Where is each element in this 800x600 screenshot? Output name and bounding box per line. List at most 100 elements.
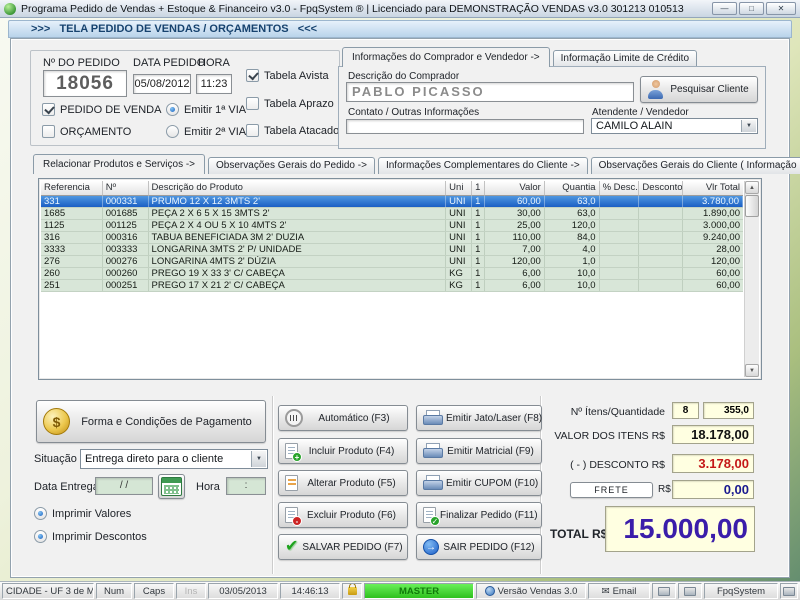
pedido-venda-checkbox[interactable]: PEDIDO DE VENDA [42,103,161,116]
forma-pagamento-button[interactable]: $ Forma e Condições de Pagamento [36,400,266,443]
table-row[interactable]: 1685 001685 PEÇA 2 X 6 5 X 15 3MTS 2' UNI 1 3… [41,208,743,220]
app-icon [4,2,16,15]
table-cell [639,268,684,279]
comprador-label: Descrição do Comprador [348,71,460,82]
tabela-atacado-checkbox[interactable]: Tabela Atacado [246,124,339,137]
table-cell: 6,00 [485,268,545,279]
table-cell: 9.240,00 [703,232,740,243]
minimize-button[interactable]: — [712,2,737,15]
table-cell: UNI [446,196,473,207]
tab-comprador-vendedor[interactable]: Informações do Comprador e Vendedor -> [342,47,550,67]
tab-limite-credito[interactable]: Informação Limite de Crédito [552,50,698,67]
total-label: TOTAL R$ [550,527,608,541]
incluir-produto-button[interactable]: + Incluir Produto (F4) [278,438,408,464]
table-row[interactable]: 251 000251 PREGO 17 X 21 2' C/ CABEÇA KG 1 6,… [41,280,743,292]
column-header[interactable]: Nº [102,181,149,196]
table-row[interactable]: 331 000331 PRUMO 12 X 12 3MTS 2' UNI 1 60,00 6… [41,196,743,208]
calendar-button[interactable] [158,474,185,499]
status-email[interactable]: ✉ Email [588,583,650,599]
column-header[interactable]: Desconto [639,181,684,196]
chevron-down-icon[interactable]: ▼ [251,451,266,467]
orcamento-checkbox[interactable]: ORÇAMENTO [42,125,131,138]
finalizar-pedido-button[interactable]: ✓ Finalizar Pedido (F11) [416,502,542,528]
tab-observacoes-cliente[interactable]: Observações Gerais do Cliente ( Informaç… [590,157,800,174]
column-header[interactable]: Uni [446,181,473,196]
pesquisar-cliente-button[interactable]: Pesquisar Cliente [640,76,758,103]
window-title: Programa Pedido de Vendas + Estoque & Fi… [21,2,684,15]
document-edit-icon [285,475,298,491]
table-cell: 001685 [103,208,149,219]
table-cell: UNI [446,256,473,267]
contato-field[interactable] [346,119,584,134]
table-cell: 120,00 [485,256,545,267]
status-info-cell [780,583,798,599]
tabela-aprazo-checkbox[interactable]: Tabela Aprazo [246,97,334,110]
tab-observacoes-pedido[interactable]: Observações Gerais do Pedido -> [208,157,375,174]
scroll-down-icon[interactable]: ▼ [745,364,759,377]
tabela-avista-checkbox[interactable]: Tabela Avista [246,69,329,82]
close-button[interactable]: ✕ [766,2,796,15]
emitir-jato-laser-button[interactable]: Emitir Jato/Laser (F8) [416,405,542,431]
frete-button[interactable]: FRETE [570,482,653,498]
table-cell: 1 [472,280,486,291]
automatico-button[interactable]: Automático (F3) [278,405,408,431]
check-icon: ✔ [285,538,299,555]
checkbox-icon [246,97,259,110]
desconto-field: 3.178,00 [672,454,754,473]
printer-icon [423,442,443,460]
table-cell: UNI [446,208,473,219]
table-row[interactable]: 1125 001125 PEÇA 2 X 4 OU 5 X 10 4MTS 2' UN… [41,220,743,232]
column-header[interactable]: Referencia [41,181,103,196]
column-header[interactable]: Valor [485,181,545,196]
alterar-produto-button[interactable]: Alterar Produto (F5) [278,470,408,496]
maximize-button[interactable]: □ [739,2,764,15]
column-header[interactable]: Descrição do Produto [148,181,447,196]
data-entrega-field[interactable]: / / [95,477,153,495]
status-printer-cell[interactable] [652,583,676,599]
table-scrollbar[interactable]: ▲ ▼ [744,181,759,377]
excluir-produto-button[interactable]: - Excluir Produto (F6) [278,502,408,528]
emitir-cupom-button[interactable]: Emitir CUPOM (F10) [416,470,542,496]
status-network-cell[interactable] [678,583,702,599]
order-time-field[interactable]: 11:23 [196,74,232,94]
table-row[interactable]: 316 000316 TABUA BENEFICIADA 3M 2' DUZIA UN… [41,232,743,244]
table-row[interactable]: 276 000276 LONGARINA 4MTS 2' DÚZIA UNI 1 120,… [41,256,743,268]
imprimir-valores-radio[interactable]: Imprimir Valores [34,507,131,520]
emitir-matricial-button[interactable]: Emitir Matricial (F9) [416,438,542,464]
column-header[interactable]: 1 [472,181,486,196]
order-number-field[interactable]: 18056 [43,70,127,97]
chevron-down-icon[interactable]: ▼ [741,120,756,132]
status-bar: CIDADE - UF 3 de Maio de 2013 - Sexta-fe… [0,581,800,600]
comprador-field[interactable]: PABLO PICASSO [346,82,634,102]
network-icon [684,586,696,596]
table-cell: 3.000,00 [703,220,740,231]
sair-pedido-button[interactable]: → SAIR PEDIDO (F12) [416,534,542,560]
table-row[interactable]: 3333 003333 LONGARINA 3MTS 2' P/ UNIDADE UN… [41,244,743,256]
emitir-2via-radio[interactable]: Emitir 2ª VIA [166,125,246,138]
product-tabs: Relacionar Produtos e Serviços -> Observ… [33,154,800,174]
screen-header: >>> TELA PEDIDO DE VENDAS / ORÇAMENTOS <… [8,20,792,38]
order-date-field[interactable]: 05/08/2012 [133,74,191,94]
table-cell: 10,0 [545,268,600,279]
atendente-combo[interactable]: CAMILO ALAIN ▼ [591,118,758,134]
tab-produtos-servicos[interactable]: Relacionar Produtos e Serviços -> [33,154,206,174]
column-header[interactable]: Quantia [544,181,600,196]
table-cell [639,232,684,243]
table-cell: 316 [41,232,103,243]
salvar-pedido-button[interactable]: ✔ SALVAR PEDIDO (F7) [278,534,408,560]
column-header[interactable]: % Desc. [599,181,640,196]
imprimir-descontos-radio[interactable]: Imprimir Descontos [34,530,147,543]
hora-entrega-field[interactable]: : [226,477,266,495]
tab-informacoes-cliente[interactable]: Informações Complementares do Cliente -> [377,157,588,174]
table-row[interactable]: 260 000260 PREGO 19 X 33 3' C/ CABEÇA KG 1 6,… [41,268,743,280]
scroll-up-icon[interactable]: ▲ [745,181,759,194]
situacao-label: Situação [34,453,77,465]
scroll-thumb[interactable] [745,195,759,217]
table-cell: 331 [41,196,103,207]
column-header[interactable]: Vlr Total [683,181,743,196]
situacao-combo[interactable]: Entrega direto para o cliente ▼ [80,449,268,469]
table-cell: 60,00 [716,280,740,291]
contato-label: Contato / Outras Informações [348,107,480,118]
emitir-1via-radio[interactable]: Emitir 1ª VIA [166,103,246,116]
total-field: 15.000,00 [605,506,755,552]
